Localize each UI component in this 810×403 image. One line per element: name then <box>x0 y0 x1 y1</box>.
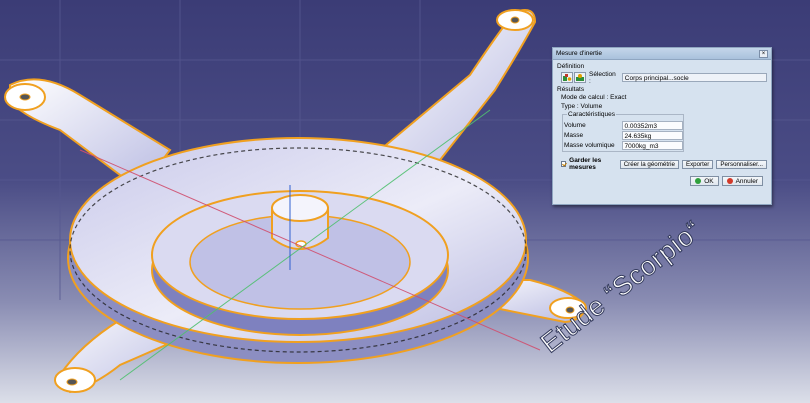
cancel-button[interactable]: Annuler <box>721 176 763 186</box>
type-label: Type : <box>561 102 579 110</box>
export-button[interactable]: Exporter <box>681 159 714 169</box>
type-line: Type : Volume <box>561 103 767 112</box>
inertia-icon[interactable] <box>561 72 573 83</box>
row-value[interactable]: 24.635kg <box>621 131 683 140</box>
row-label: Masse <box>564 132 584 139</box>
ok-button[interactable]: OK <box>690 176 719 186</box>
dialog-titlebar[interactable]: Mesure d'inertie × <box>553 48 771 60</box>
calc-mode-label: Mode de calcul : <box>561 94 609 101</box>
keep-measures-label: Garder les mesures <box>569 157 602 171</box>
cancel-icon <box>726 178 733 184</box>
ok-icon <box>695 178 702 184</box>
row-density: Masse volumique 7000kg_m3 <box>563 141 683 150</box>
row-volume: Volume 0.00352m3 <box>563 121 683 130</box>
row-mass: Masse 24.635kg <box>563 131 683 140</box>
results-label: Résultats <box>557 86 585 93</box>
row-label: Masse volumique <box>564 142 615 149</box>
selection-field[interactable]: Corps principal...socle <box>621 73 767 82</box>
dialog-title: Mesure d'inertie <box>556 50 603 57</box>
inertia-measure-dialog[interactable]: Mesure d'inertie × Définition Sélection … <box>552 47 772 205</box>
type-value: Volume <box>580 102 603 110</box>
characteristics-label: Caractéristiques <box>567 111 616 118</box>
calc-mode-line: Mode de calcul : Exact <box>561 94 767 103</box>
inertia-surface-icon[interactable] <box>574 72 586 83</box>
customize-button[interactable]: Personnaliser... <box>716 159 767 169</box>
create-geometry-button[interactable]: Créer la géométrie <box>619 159 679 169</box>
characteristics-group: Caractéristiques Volume 0.00352m3 Masse … <box>562 111 684 152</box>
close-button[interactable]: × <box>759 49 768 58</box>
calc-mode-value: Exact <box>610 94 627 101</box>
ok-label: OK <box>704 177 714 185</box>
row-value[interactable]: 7000kg_m3 <box>621 141 683 150</box>
keep-measures-checkbox[interactable] <box>561 161 567 167</box>
row-value[interactable]: 0.00352m3 <box>621 121 683 130</box>
cancel-label: Annuler <box>735 177 758 185</box>
selection-label: Sélection : <box>589 70 616 85</box>
row-label: Volume <box>564 122 586 129</box>
